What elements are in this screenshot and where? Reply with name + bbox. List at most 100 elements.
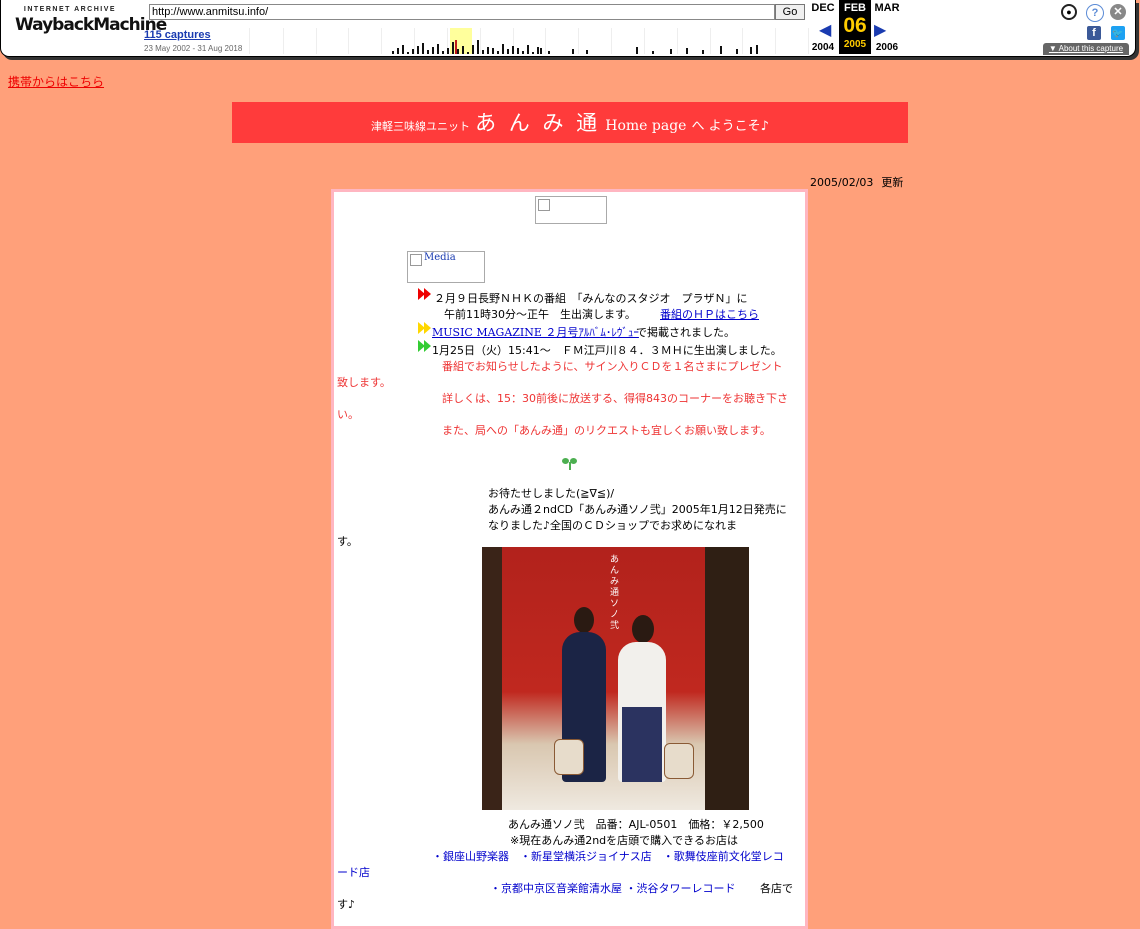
captures-range: 23 May 2002 - 31 Aug 2018 (144, 44, 243, 53)
current-capture-marker (455, 40, 457, 54)
sparkline-bar (720, 46, 722, 54)
logo-wordmark: WaybackMachine (15, 15, 167, 35)
next-month-label[interactable]: MAR (871, 2, 903, 14)
sparkline-bar (422, 43, 424, 54)
sparkline-bar (497, 51, 499, 54)
go-button[interactable]: Go (775, 4, 805, 20)
wayback-toolbar: INTERNET ARCHIVE WaybackMachine Go 115 c… (0, 0, 1136, 57)
sparkline-bar (427, 50, 429, 54)
sparkline-bar (447, 48, 449, 54)
sparkline-year-column[interactable] (677, 28, 711, 54)
sparkline-year-column[interactable] (283, 28, 317, 54)
red-arrow-icon (424, 288, 431, 300)
sparkline-bar (462, 46, 464, 54)
next-year-label[interactable]: 2006 (871, 42, 903, 53)
prev-month-label[interactable]: DEC (807, 2, 839, 14)
news-fm-request: また、局への「あんみ通」のリクエストも宜しくお願い致します。 (442, 424, 771, 437)
wayback-logo[interactable]: INTERNET ARCHIVE WaybackMachine (15, 6, 167, 46)
sparkline-bar (527, 45, 529, 54)
about-capture-button[interactable]: ▼ About this capture (1043, 43, 1129, 55)
capture-sparkline[interactable] (249, 28, 809, 54)
shamisen-icon (664, 743, 694, 779)
cd-announce-4: す。 (337, 535, 358, 548)
sparkline-year-column[interactable] (348, 28, 383, 54)
prev-capture-arrow-icon[interactable]: ◀ (819, 20, 831, 40)
news-fm-line: 1月25日（火）15:41～ ＦＭ江戸川８４．３ＭＨに生出演しました。 (432, 344, 782, 357)
cd-info: あんみ通ソノ弐 品番：AJL-0501 価格：￥2,500 (508, 818, 764, 831)
stores-list-1-cont: ード店 (337, 866, 370, 879)
sparkline-bar (457, 49, 459, 54)
current-year: 2005 (843, 39, 867, 50)
sparkline-bar (487, 47, 489, 54)
help-icon[interactable]: ? (1086, 4, 1104, 22)
sparkline-bar (482, 50, 484, 54)
news-nhk-line1: ２月９日長野ＮＨＫの番組 「みんなのスタジオ プラザＮ」に (434, 292, 748, 305)
captures-link[interactable]: 115 captures (144, 29, 211, 41)
sparkline-bar (750, 47, 752, 54)
close-icon[interactable]: ✕ (1110, 4, 1126, 20)
sparkline-bar (452, 42, 454, 54)
sparkline-year-column[interactable] (316, 28, 350, 54)
news-fm-detail: 詳しくは、15：30前後に放送する、得得843のコーナーをお聴き下さ (442, 392, 788, 405)
cd-announce-3: なりました♪全国のＣＤショップでお求めになれま (488, 519, 738, 532)
sparkline-year-column[interactable] (742, 28, 777, 54)
yellow-arrow-icon (424, 322, 431, 334)
url-input[interactable] (149, 4, 775, 20)
banner-unit-name: あ ん み 通 (475, 111, 601, 135)
stores-intro: ※現在あんみ通2ndを店頭で購入できるお店は (510, 834, 738, 847)
sparkline-bar (467, 52, 469, 54)
current-month: FEB (844, 2, 866, 14)
updated-label: 更新 (881, 176, 904, 189)
sparkline-bar (537, 47, 539, 54)
sparkline-bar (397, 48, 399, 54)
news-fm-detail-cont: い。 (337, 408, 359, 421)
sparkline-year-column[interactable] (611, 28, 645, 54)
sparkline-bar (736, 49, 738, 54)
sparkline-bar (652, 51, 654, 54)
shamisen-icon (554, 739, 584, 775)
news-magazine-tail: で掲載されました。 (636, 326, 735, 339)
current-capture-date: FEB 06 2005 (839, 0, 871, 54)
sparkline-year-column[interactable] (710, 28, 744, 54)
sparkline-year-column[interactable] (775, 28, 809, 54)
next-capture-arrow-icon[interactable]: ▶ (874, 20, 886, 40)
news-nhk-line2: 午前11時30分～正午 生出演します。 (444, 308, 636, 321)
sparkline-year-column[interactable] (250, 28, 284, 54)
stores-tail: 各店で (760, 882, 793, 895)
sparkline-year-column[interactable] (578, 28, 613, 54)
logo-top-text: INTERNET ARCHIVE (23, 6, 117, 13)
prev-year-label[interactable]: 2004 (807, 42, 839, 53)
sparkline-bar (472, 45, 474, 54)
cd-cover-photo: あんみ通ソノ弐 (482, 547, 749, 810)
nhk-program-link[interactable]: 番組のＨＰはこちら (660, 306, 759, 322)
mobile-site-link[interactable]: 携帯からはこちら (8, 73, 104, 90)
sparkline-year-column[interactable] (545, 28, 580, 54)
cd-photo-title: あんみ通ソノ弐 (610, 555, 620, 631)
sparkline-year-column[interactable] (644, 28, 678, 54)
sparkline-bar (517, 48, 519, 54)
cd-announce-1: お待たせしました(≧∇≦)/ (488, 487, 615, 500)
main-content-panel: Media ２月９日長野ＮＨＫの番組 「みんなのスタジオ プラザＮ」に 午前11… (331, 189, 808, 929)
sparkline-bar (437, 44, 439, 54)
sparkline-bar (392, 51, 394, 54)
facebook-icon[interactable]: f (1087, 26, 1101, 40)
logo-word-wayback: Wayback (15, 15, 94, 35)
news-fm-present-cont: 致します。 (337, 376, 391, 389)
stores-list-1: ・銀座山野楽器 ・新星堂横浜ジョイナス店 ・歌舞伎座前文化堂レコ (432, 850, 784, 863)
sparkline-bar (502, 44, 504, 54)
banner-subtitle: 津軽三味線ユニット (371, 120, 471, 133)
music-magazine-link[interactable]: MUSIC MAGAZINE ２月号ｱﾙﾊﾞﾑ･ﾚｳﾞｭｰ (432, 324, 639, 340)
sparkline-bar (756, 45, 758, 54)
sparkline-bar (402, 45, 404, 54)
sparkline-bar (507, 49, 509, 54)
twitter-icon[interactable]: 🐦 (1111, 26, 1125, 40)
sparkline-bar (417, 46, 419, 54)
sparkline-bar (686, 48, 688, 54)
user-icon[interactable]: ● (1061, 4, 1077, 20)
sparkline-bar (532, 52, 534, 54)
sparkline-bar (512, 46, 514, 54)
sparkline-bar (548, 51, 550, 54)
sparkline-bar (442, 51, 444, 54)
sparkline-bar (572, 49, 574, 54)
about-capture-label: About this capture (1058, 44, 1124, 53)
